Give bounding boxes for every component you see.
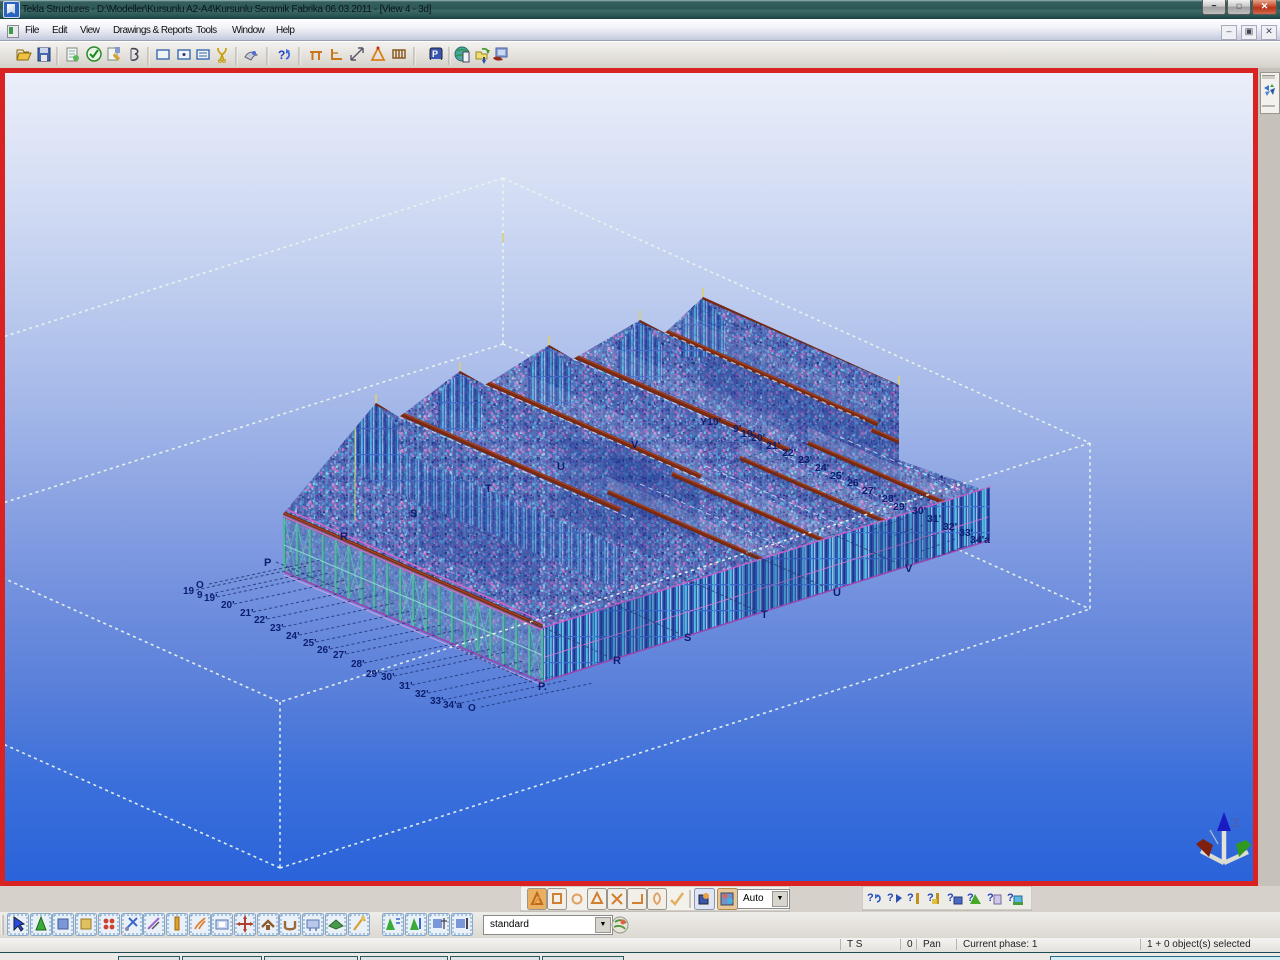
svg-text:?: ? — [907, 892, 914, 904]
svg-text:T: T — [485, 483, 492, 495]
svg-text:?: ? — [987, 892, 994, 904]
svg-text:20': 20' — [751, 432, 765, 444]
svg-text:O: O — [468, 703, 476, 714]
svg-text:?: ? — [278, 48, 285, 62]
svg-text:29': 29' — [893, 501, 907, 513]
svg-text:29': 29' — [366, 669, 380, 680]
svg-text:?: ? — [887, 892, 894, 904]
svg-text:P: P — [432, 49, 438, 59]
svg-text:20': 20' — [221, 600, 235, 611]
svg-text:22': 22' — [254, 615, 268, 626]
svg-text:27': 27' — [862, 485, 876, 497]
svg-text:27': 27' — [333, 650, 347, 661]
svg-text:23': 23' — [270, 623, 284, 634]
svg-text:S: S — [684, 632, 691, 644]
svg-text:23': 23' — [798, 454, 812, 466]
svg-text:U: U — [557, 461, 565, 473]
svg-text:31': 31' — [399, 681, 413, 692]
svg-text:S: S — [410, 508, 417, 520]
svg-text:32': 32' — [943, 521, 957, 533]
svg-text:24': 24' — [815, 462, 829, 474]
svg-text:24': 24' — [286, 631, 300, 642]
svg-text:R: R — [613, 655, 621, 667]
svg-text:9: 9 — [197, 590, 203, 601]
svg-text:26': 26' — [317, 645, 331, 656]
svg-text:32': 32' — [415, 689, 429, 700]
svg-text:21': 21' — [766, 440, 780, 452]
svg-text:25': 25' — [303, 638, 317, 649]
svg-text:19: 19 — [183, 586, 195, 597]
svg-text:V: V — [905, 563, 913, 575]
svg-text:28': 28' — [351, 659, 365, 670]
svg-text:V: V — [631, 439, 639, 451]
svg-text:21': 21' — [240, 608, 254, 619]
svg-text:25': 25' — [830, 470, 844, 482]
svg-text:?: ? — [947, 892, 954, 904]
svg-text:22': 22' — [782, 447, 796, 459]
svg-text:31': 31' — [927, 513, 941, 525]
svg-text:U: U — [833, 587, 841, 599]
svg-text:34'a: 34'a — [970, 534, 990, 546]
svg-text:R: R — [340, 531, 348, 543]
svg-text:26': 26' — [847, 477, 861, 489]
svg-text:30': 30' — [381, 672, 395, 683]
svg-text:Z: Z — [1232, 816, 1239, 830]
svg-text:Y19': Y19' — [700, 416, 721, 428]
svg-text:?: ? — [867, 892, 874, 904]
svg-text:P: P — [264, 557, 271, 569]
svg-text:?: ? — [1007, 892, 1014, 904]
svg-text:33': 33' — [430, 696, 444, 707]
svg-text:19': 19' — [204, 593, 218, 604]
svg-text:30': 30' — [912, 505, 926, 517]
svg-text:34'a: 34'a — [443, 700, 463, 711]
svg-text:P.: P. — [538, 681, 547, 693]
svg-text:T: T — [761, 609, 768, 621]
